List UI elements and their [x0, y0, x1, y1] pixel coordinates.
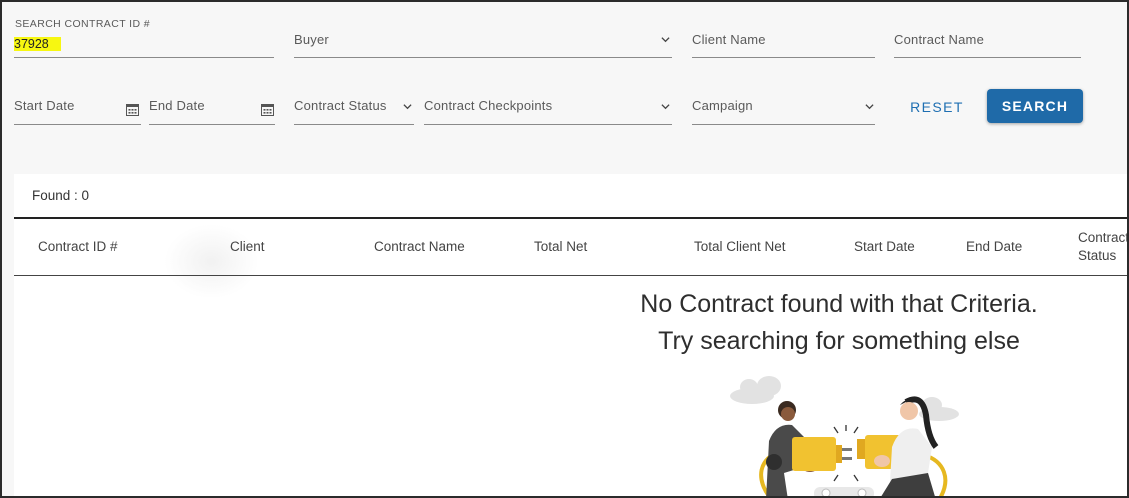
empty-state-message: No Contract found with that Criteria. Tr…: [584, 286, 1094, 360]
buyer-underline: [294, 57, 672, 58]
buyer-label: Buyer: [294, 32, 329, 47]
column-header-contract-name[interactable]: Contract Name: [374, 239, 465, 254]
contract-checkpoints-label: Contract Checkpoints: [424, 98, 553, 113]
column-header-total-net[interactable]: Total Net: [534, 239, 587, 254]
column-header-client[interactable]: Client: [230, 239, 265, 254]
contract-status-underline: [294, 124, 414, 125]
empty-state-line2: Try searching for something else: [658, 327, 1020, 355]
column-header-contract-status-line1: Contract: [1078, 230, 1129, 245]
contract-id-underline: [14, 57, 274, 58]
chevron-down-icon[interactable]: [661, 102, 670, 111]
campaign-underline: [692, 124, 875, 125]
column-header-end-date[interactable]: End Date: [966, 239, 1022, 254]
loading-shadow: [164, 224, 259, 299]
column-header-contract-status-line2: Status: [1078, 248, 1117, 263]
chevron-down-icon[interactable]: [661, 35, 670, 44]
contract-name-label: Contract Name: [894, 32, 985, 47]
column-header-total-client-net[interactable]: Total Client Net: [694, 239, 786, 254]
found-count: Found : 0: [32, 188, 90, 203]
chevron-down-icon[interactable]: [403, 102, 412, 111]
disconnected-plug-illustration: [730, 376, 959, 496]
end-date-underline: [149, 124, 275, 125]
start-date-label: Start Date: [14, 98, 75, 113]
start-date-underline: [14, 124, 141, 125]
contract-checkpoints-underline: [424, 124, 672, 125]
search-button[interactable]: SEARCH: [987, 89, 1083, 123]
contract-name-underline: [894, 57, 1081, 58]
campaign-label: Campaign: [692, 98, 753, 113]
results-panel: Found : 0 Contract ID # Client Contract …: [14, 174, 1129, 496]
client-name-underline: [692, 57, 875, 58]
calendar-icon[interactable]: [126, 103, 139, 116]
end-date-label: End Date: [149, 98, 205, 113]
table-header-top-border: [14, 217, 1127, 219]
contract-search-window: SEARCH CONTRACT ID # 37928 Buyer Client …: [0, 0, 1129, 498]
contract-id-label: SEARCH CONTRACT ID #: [15, 18, 150, 30]
calendar-icon[interactable]: [261, 103, 274, 116]
reset-button[interactable]: RESET: [907, 96, 967, 118]
contract-status-label: Contract Status: [294, 98, 387, 113]
column-header-contract-id[interactable]: Contract ID #: [38, 239, 118, 254]
chevron-down-icon[interactable]: [865, 102, 874, 111]
column-header-start-date[interactable]: Start Date: [854, 239, 915, 254]
contract-id-value[interactable]: 37928: [14, 37, 61, 51]
table-header-bottom-border: [14, 275, 1127, 276]
empty-state-line1: No Contract found with that Criteria.: [640, 290, 1038, 318]
client-name-label: Client Name: [692, 32, 766, 47]
